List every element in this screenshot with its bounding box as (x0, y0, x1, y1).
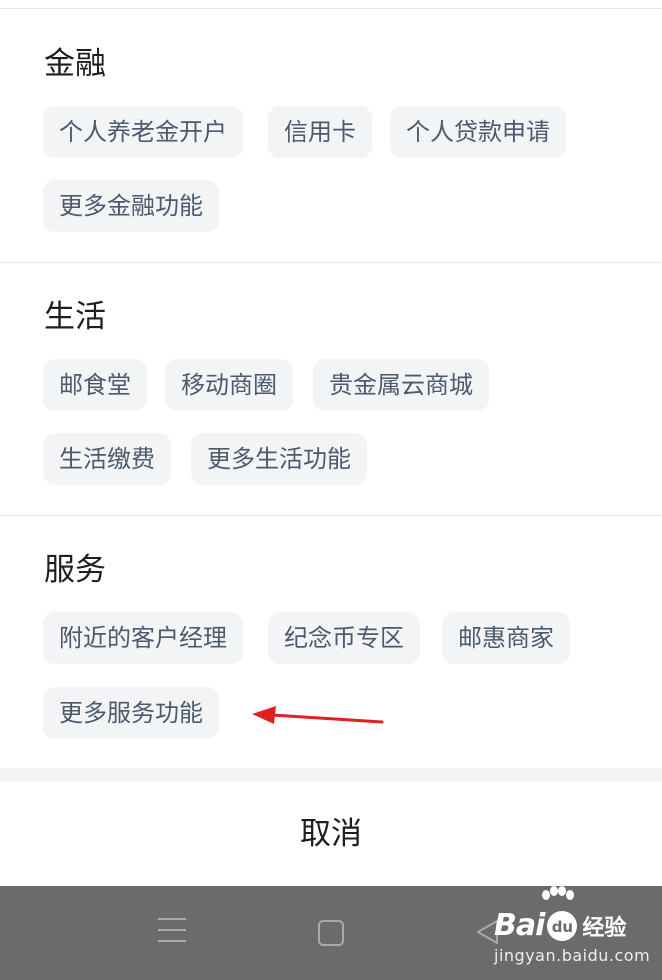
annotation-arrow-icon (252, 706, 384, 724)
chip-commemorative-coin[interactable]: 纪念币专区 (268, 612, 420, 664)
watermark-brand-jingyan: 经验 (582, 915, 627, 941)
cancel-button[interactable]: 取消 (0, 782, 662, 886)
chip-merchant-discount[interactable]: 邮惠商家 (442, 612, 570, 664)
cancel-area: 取消 (0, 782, 662, 886)
chip-mobile-business[interactable]: 移动商圈 (165, 359, 293, 411)
section-title-finance: 金融 (44, 46, 106, 82)
chip-more-finance[interactable]: 更多金融功能 (43, 180, 219, 232)
chip-nearby-manager[interactable]: 附近的客户经理 (43, 612, 243, 664)
section-title-service: 服务 (44, 552, 106, 588)
top-divider (0, 8, 662, 9)
watermark-brand-bai: Bai (494, 908, 545, 943)
chip-credit-card[interactable]: 信用卡 (268, 106, 372, 158)
baidu-paw-icon (542, 886, 574, 900)
chip-post-canteen[interactable]: 邮食堂 (43, 359, 147, 411)
chip-utility-payment[interactable]: 生活缴费 (43, 433, 171, 485)
section-divider (0, 515, 662, 516)
watermark-url: jingyan.baidu.com (494, 946, 651, 965)
chip-more-life[interactable]: 更多生活功能 (191, 433, 367, 485)
baidu-jingyan-watermark: Bai du 经验 jingyan.baidu.com (494, 886, 654, 976)
gap-band (0, 768, 662, 782)
system-nav-bar: Bai du 经验 jingyan.baidu.com (0, 886, 662, 980)
home-icon[interactable] (318, 920, 344, 946)
chip-personal-loan[interactable]: 个人贷款申请 (390, 106, 566, 158)
menu-icon[interactable] (158, 918, 186, 946)
chip-pension-account[interactable]: 个人养老金开户 (43, 106, 243, 158)
section-divider (0, 262, 662, 263)
chip-precious-metal-mall[interactable]: 贵金属云商城 (313, 359, 489, 411)
section-title-life: 生活 (44, 299, 106, 335)
chip-more-service[interactable]: 更多服务功能 (43, 687, 219, 739)
watermark-brand-du: du (547, 910, 578, 941)
